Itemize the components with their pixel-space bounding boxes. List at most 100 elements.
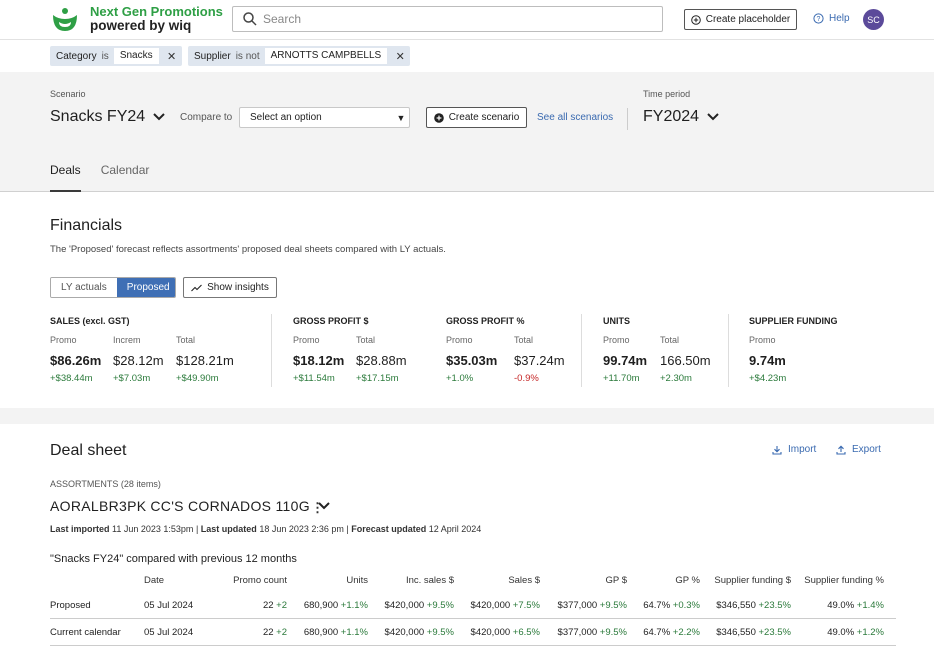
cell-value: 680,900 [303, 600, 339, 611]
toggle-proposed[interactable]: Proposed [116, 278, 175, 297]
table-row: Current calendar 05 Jul 2024 22 +2 680,9… [50, 620, 896, 646]
help-link[interactable]: ? Help [813, 13, 850, 24]
metric-value: $28.88m [356, 353, 407, 368]
column-header-supplier-funding-pct: Supplier funding % [804, 575, 884, 586]
top-bar: Next Gen Promotions powered by wiq Creat… [0, 0, 934, 40]
assortment-selector[interactable]: AORALBR3PK CC'S CORNADOS 110G [50, 498, 330, 514]
cell-delta: +1.1% [340, 627, 368, 638]
metric-sublabel: Total [514, 335, 534, 345]
chevron-down-icon: ▼ [396, 112, 406, 123]
metric-value: $86.26m [50, 353, 102, 368]
cell-value: 49.0% [827, 627, 855, 638]
tab-bar: Deals Calendar [50, 162, 149, 192]
scenario-selector[interactable]: Snacks FY24 [50, 108, 165, 126]
metric-change: +$49.90m [176, 373, 219, 384]
create-placeholder-button[interactable]: Create placeholder [684, 9, 797, 30]
cell-delta: +2 [276, 600, 287, 611]
forecast-toggle: LY actuals Proposed [50, 277, 176, 298]
divider [581, 314, 582, 387]
cell-delta: +0.3% [672, 600, 700, 611]
cell-delta: +7.5% [512, 600, 540, 611]
cell-delta: +1.4% [856, 600, 884, 611]
download-icon [772, 445, 782, 455]
last-imported-value: 11 Jun 2023 1:53pm [112, 524, 194, 534]
export-label: Export [852, 444, 881, 455]
cell-delta: +9.5% [426, 600, 454, 611]
cell-supplier-funding: $346,550 +23.5% [716, 627, 791, 638]
filter-key: Category [56, 50, 97, 62]
cell-value: 64.7% [643, 600, 671, 611]
show-insights-button[interactable]: Show insights [183, 277, 277, 298]
export-button[interactable]: Export [836, 444, 881, 455]
cell-supplier-funding-pct: 49.0% +1.2% [827, 627, 884, 638]
metric-title-gross-profit: GROSS PROFIT $ [293, 316, 369, 326]
column-header-supplier-funding: Supplier funding $ [714, 575, 791, 586]
cell-sales: $420,000 +6.5% [471, 627, 540, 638]
last-updated-label: Last updated [200, 524, 257, 534]
help-label: Help [829, 13, 850, 24]
help-icon: ? [813, 13, 824, 24]
metric-value: $18.12m [293, 353, 345, 368]
cell-inc-sales: $420,000 +9.5% [385, 600, 454, 611]
metric-change: +1.0% [446, 373, 474, 384]
add-circle-icon [690, 14, 701, 25]
column-header-date: Date [144, 575, 165, 586]
import-button[interactable]: Import [772, 444, 816, 455]
more-options-icon[interactable]: ⋮ [311, 500, 324, 516]
brand-subtitle: powered by wiq [90, 18, 192, 33]
tab-deals[interactable]: Deals [50, 162, 81, 192]
cell-value: $346,550 [716, 600, 756, 611]
close-icon[interactable]: ✕ [162, 50, 182, 63]
upload-icon [836, 445, 846, 455]
trend-icon [191, 284, 203, 291]
metric-title-sales: SALES (excl. GST) [50, 316, 130, 326]
metric-title-gross-profit-pct: GROSS PROFIT % [446, 316, 525, 326]
cell-gp-pct: 64.7% +0.3% [643, 600, 700, 611]
metric-sales-promo: Promo $86.26m +$38.44m [50, 335, 101, 384]
see-all-scenarios-link[interactable]: See all scenarios [537, 112, 613, 123]
metric-change: +$17.15m [356, 373, 399, 384]
assortments-count: ASSORTMENTS (28 items) [50, 479, 161, 489]
cell-delta: +23.5% [758, 600, 792, 611]
cell-promo-count: 22 +2 [263, 600, 287, 611]
tab-calendar[interactable]: Calendar [101, 162, 150, 192]
cell-value: $346,550 [716, 627, 756, 638]
cell-value: 64.7% [643, 627, 671, 638]
search-input[interactable] [263, 7, 653, 31]
toggle-ly-actuals[interactable]: LY actuals [51, 278, 117, 297]
close-icon[interactable]: ✕ [390, 50, 410, 63]
cell-value: $420,000 [384, 627, 425, 638]
metric-title-supplier-funding: SUPPLIER FUNDING [749, 316, 838, 326]
compare-select[interactable]: Select an option ▼ [239, 107, 410, 128]
cell-supplier-funding-pct: 49.0% +1.4% [827, 600, 884, 611]
search-box[interactable] [232, 6, 663, 32]
avatar[interactable]: SC [863, 9, 884, 30]
metric-change: -0.9% [514, 373, 539, 384]
filter-operator: is not [235, 50, 260, 62]
financials-description: The 'Proposed' forecast reflects assortm… [50, 244, 446, 255]
row-date: 05 Jul 2024 [144, 600, 194, 611]
filter-value: ARNOTTS CAMPBELLS [264, 48, 388, 64]
metric-change: +2.30m [660, 373, 692, 384]
metric-value: 9.74m [749, 353, 786, 368]
metric-sales-total: Total $128.21m +$49.90m [176, 335, 234, 384]
column-header-inc-sales: Inc. sales $ [405, 575, 454, 586]
cell-gp-pct: 64.7% +2.2% [643, 627, 700, 638]
metric-title-units: UNITS [603, 316, 630, 326]
filter-operator: is [101, 50, 109, 62]
create-scenario-label: Create scenario [448, 112, 520, 123]
svg-text:?: ? [817, 16, 821, 23]
time-period-selector[interactable]: FY2024 [643, 108, 719, 126]
import-label: Import [788, 444, 817, 455]
metric-value: $128.21m [176, 353, 234, 368]
metric-value: 99.74m [603, 353, 648, 368]
create-scenario-button[interactable]: Create scenario [426, 107, 527, 128]
section-gap [0, 408, 934, 424]
chevron-down-icon [153, 113, 165, 121]
cell-sales: $420,000 +7.5% [471, 600, 540, 611]
divider [627, 108, 628, 130]
comparison-title: "Snacks FY24" compared with previous 12 … [50, 553, 297, 565]
column-header-sales: Sales $ [508, 575, 540, 586]
deal-sheet-section: Deal sheet Import Export ASSORTMENTS (28… [0, 424, 934, 664]
metric-sublabel: Promo [603, 335, 630, 345]
